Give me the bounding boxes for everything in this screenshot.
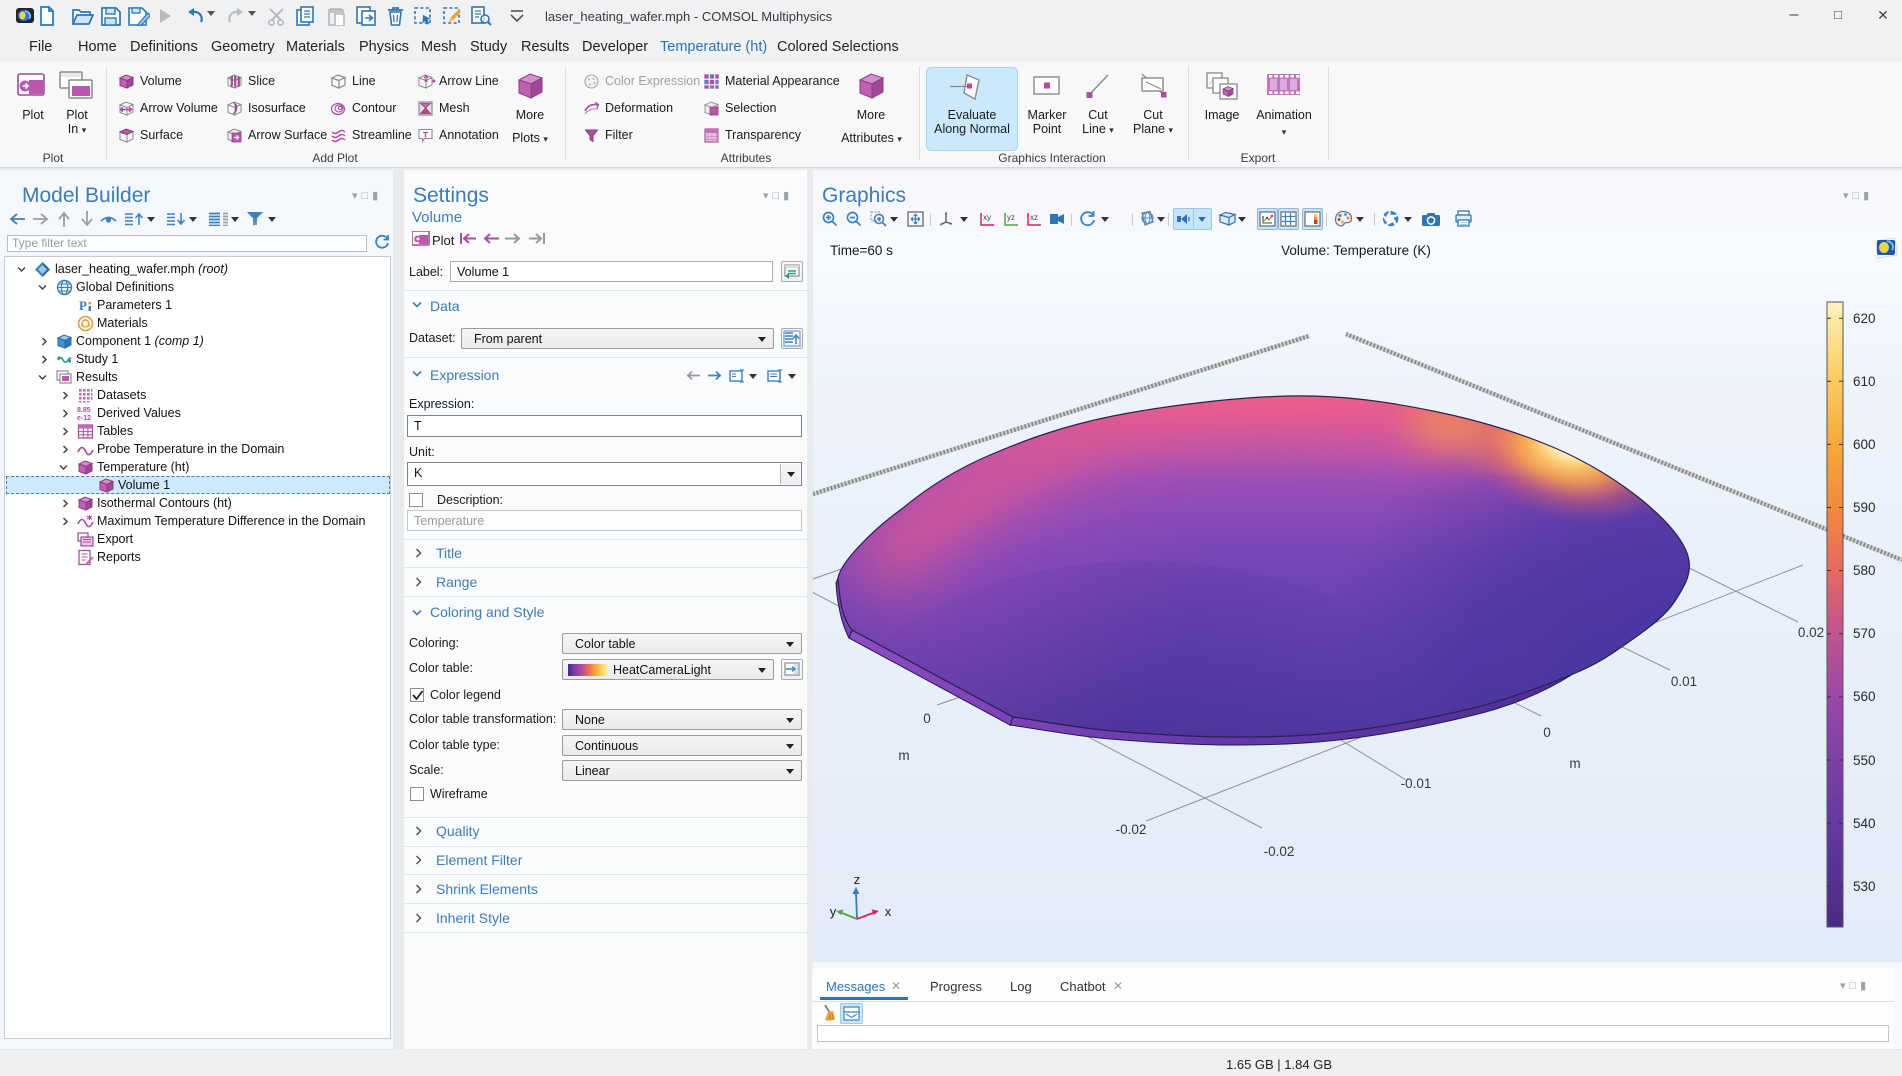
svg-text:y: y bbox=[830, 904, 837, 919]
svg-text:e-12: e-12 bbox=[77, 415, 91, 422]
svg-text:550: 550 bbox=[1853, 753, 1876, 768]
svg-text:xz: xz bbox=[1030, 213, 1038, 222]
svg-text:P: P bbox=[79, 298, 87, 313]
svg-text:0: 0 bbox=[923, 711, 931, 726]
svg-text:610: 610 bbox=[1853, 374, 1876, 389]
svg-text:-0.02: -0.02 bbox=[1116, 822, 1147, 837]
svg-text:620: 620 bbox=[1853, 311, 1876, 326]
svg-text:-0.01: -0.01 bbox=[1401, 776, 1432, 791]
svg-text:560: 560 bbox=[1853, 689, 1876, 704]
svg-text:Volume: Temperature (K): Volume: Temperature (K) bbox=[1281, 243, 1431, 258]
svg-text:m: m bbox=[1569, 756, 1580, 771]
svg-text:0: 0 bbox=[1543, 725, 1551, 740]
svg-text:x: x bbox=[885, 904, 892, 919]
svg-text:z: z bbox=[854, 872, 861, 887]
svg-text:0.02: 0.02 bbox=[1798, 625, 1824, 640]
svg-text:570: 570 bbox=[1853, 626, 1876, 641]
svg-text:600: 600 bbox=[1853, 437, 1876, 452]
svg-text:530: 530 bbox=[1853, 879, 1876, 894]
svg-text:580: 580 bbox=[1853, 563, 1876, 578]
svg-text:8.85: 8.85 bbox=[77, 407, 91, 414]
svg-text:m: m bbox=[898, 748, 909, 763]
svg-text:xy: xy bbox=[983, 213, 991, 222]
svg-text:Time=60 s: Time=60 s bbox=[830, 243, 893, 258]
svg-text:540: 540 bbox=[1853, 816, 1876, 831]
svg-text:yz: yz bbox=[1007, 213, 1015, 222]
svg-text:590: 590 bbox=[1853, 500, 1876, 515]
svg-text:-0.02: -0.02 bbox=[1264, 844, 1295, 859]
svg-text:0.01: 0.01 bbox=[1671, 674, 1697, 689]
